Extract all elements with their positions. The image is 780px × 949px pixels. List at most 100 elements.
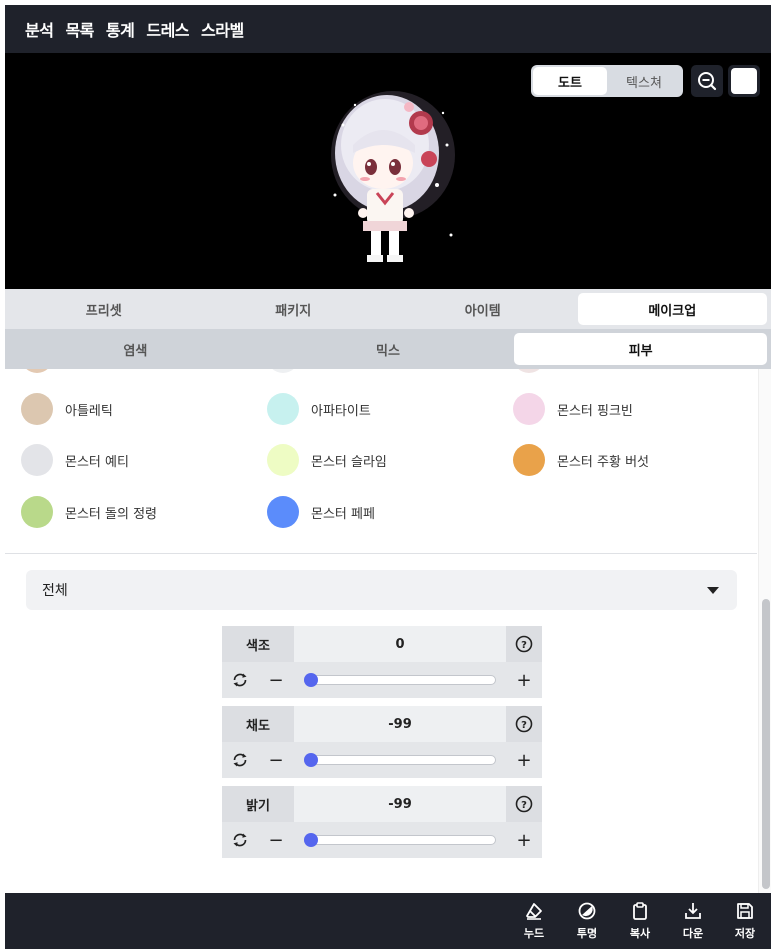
skin-item[interactable]: 몬스터 돌의 정령 xyxy=(21,496,157,528)
save-icon xyxy=(737,903,753,919)
skin-swatch xyxy=(513,444,545,476)
slider-handle[interactable] xyxy=(304,833,318,847)
brightness-decrease-button[interactable]: − xyxy=(258,822,294,858)
skin-item[interactable]: 아파타이트 xyxy=(267,393,371,425)
character-avatar xyxy=(331,91,455,262)
skin-swatch-partial xyxy=(21,369,53,373)
saturation-increase-button[interactable]: + xyxy=(506,742,542,778)
hue-decrease-button[interactable]: − xyxy=(258,662,294,698)
skin-item[interactable]: 몬스터 예티 xyxy=(21,444,129,476)
tab-item[interactable]: 아이템 xyxy=(388,293,578,325)
reset-icon xyxy=(233,753,247,767)
nav-item-analysis[interactable]: 분석 xyxy=(25,17,54,41)
skin-item[interactable]: 몬스터 주황 버섯 xyxy=(513,444,649,476)
slider-handle[interactable] xyxy=(304,673,318,687)
save-button[interactable]: 저장 xyxy=(727,901,763,943)
clipboard-icon xyxy=(633,902,647,920)
tab-package[interactable]: 패키지 xyxy=(199,293,389,325)
character-preview: 도트 텍스쳐 xyxy=(5,53,771,289)
zoom-out-button[interactable] xyxy=(691,65,723,97)
skin-label: 몬스터 예티 xyxy=(65,454,129,470)
skin-label: 몬스터 핑크빈 xyxy=(557,403,633,419)
hue-help-button[interactable]: ? xyxy=(506,626,542,662)
hue-adjuster: 색조 0 ? − + xyxy=(222,626,542,698)
help-icon: ? xyxy=(515,795,533,813)
transparent-button[interactable]: 투명 xyxy=(569,901,605,943)
plus-icon: + xyxy=(516,669,532,691)
skin-label: 몬스터 페페 xyxy=(311,506,375,522)
reset-icon xyxy=(233,833,247,847)
app-frame: 분석 목록 통계 드레스 스라벨 도트 텍스쳐 프리셋 패키지 아이템 메이크업… xyxy=(5,5,771,949)
skin-swatch xyxy=(513,393,545,425)
plus-icon: + xyxy=(516,829,532,851)
skin-item[interactable]: 몬스터 핑크빈 xyxy=(513,393,633,425)
nav-item-list[interactable]: 목록 xyxy=(65,17,94,41)
skin-item[interactable]: 아틀레틱 xyxy=(21,393,113,425)
brightness-increase-button[interactable]: + xyxy=(506,822,542,858)
tab-preset[interactable]: 프리셋 xyxy=(9,293,199,325)
hue-reset-button[interactable] xyxy=(222,662,258,698)
background-color-swatch xyxy=(731,68,757,94)
saturation-slider[interactable] xyxy=(294,742,506,778)
help-icon: ? xyxy=(515,635,533,653)
brightness-value: -99 xyxy=(294,786,506,822)
skin-swatch xyxy=(21,393,53,425)
tab-makeup[interactable]: 메이크업 xyxy=(577,293,767,325)
hue-slider[interactable] xyxy=(294,662,506,698)
skin-swatch xyxy=(21,444,53,476)
nav-item-stats[interactable]: 통계 xyxy=(106,17,135,41)
brightness-slider[interactable] xyxy=(294,822,506,858)
background-color-button[interactable] xyxy=(728,65,760,97)
download-icon xyxy=(685,903,701,919)
filter-dropdown[interactable]: 전체 xyxy=(26,570,737,610)
transparent-label: 투명 xyxy=(576,927,598,940)
nude-button[interactable]: 누드 xyxy=(516,901,552,943)
brightness-adjuster: 밝기 -99 ? − + xyxy=(222,786,542,858)
slider-track xyxy=(304,835,496,845)
saturation-reset-button[interactable] xyxy=(222,742,258,778)
nude-label: 누드 xyxy=(523,927,545,940)
copy-button[interactable]: 복사 xyxy=(622,901,658,943)
brightness-label: 밝기 xyxy=(222,786,294,822)
saturation-label: 채도 xyxy=(222,706,294,742)
tab-skin[interactable]: 피부 xyxy=(514,333,768,365)
view-option-texture[interactable]: 텍스쳐 xyxy=(607,67,681,95)
hue-value: 0 xyxy=(294,626,506,662)
plus-icon: + xyxy=(516,749,532,771)
skin-grid: 아틀레틱 아파타이트 몬스터 핑크빈 몬스터 예티 몬스터 슬라임 몬스터 주황… xyxy=(5,369,757,553)
copy-label: 복사 xyxy=(629,927,651,940)
slider-handle[interactable] xyxy=(304,753,318,767)
svg-text:?: ? xyxy=(521,640,527,651)
zoom-out-icon xyxy=(698,72,717,91)
skin-label: 아파타이트 xyxy=(311,403,371,419)
save-label: 저장 xyxy=(734,927,756,940)
filter-dropdown-value: 전체 xyxy=(42,583,68,599)
skin-item[interactable]: 몬스터 슬라임 xyxy=(267,444,387,476)
saturation-help-button[interactable]: ? xyxy=(506,706,542,742)
nav-item-label[interactable]: 스라벨 xyxy=(201,17,244,41)
nav-item-dress[interactable]: 드레스 xyxy=(146,17,189,41)
saturation-decrease-button[interactable]: − xyxy=(258,742,294,778)
reset-icon xyxy=(233,673,247,687)
skin-label: 몬스터 돌의 정령 xyxy=(65,506,157,522)
skin-swatch xyxy=(21,496,53,528)
scrollbar-thumb[interactable] xyxy=(762,599,770,889)
caret-down-icon xyxy=(707,587,719,594)
panel-scrollbar[interactable] xyxy=(758,369,771,893)
download-label: 다운 xyxy=(682,927,704,940)
view-option-dot[interactable]: 도트 xyxy=(533,67,607,95)
brightness-help-button[interactable]: ? xyxy=(506,786,542,822)
hue-increase-button[interactable]: + xyxy=(506,662,542,698)
main-tabs: 프리셋 패키지 아이템 메이크업 xyxy=(5,289,771,329)
skin-swatch-partial xyxy=(267,369,299,373)
tab-mix[interactable]: 믹스 xyxy=(262,333,515,365)
brightness-reset-button[interactable] xyxy=(222,822,258,858)
tab-dye[interactable]: 염색 xyxy=(9,333,262,365)
slider-track xyxy=(304,755,496,765)
skin-swatch xyxy=(267,444,299,476)
view-toggle: 도트 텍스쳐 xyxy=(531,65,683,97)
saturation-value: -99 xyxy=(294,706,506,742)
skin-item[interactable]: 몬스터 페페 xyxy=(267,496,375,528)
download-button[interactable]: 다운 xyxy=(675,901,711,943)
minus-icon: − xyxy=(268,749,284,771)
